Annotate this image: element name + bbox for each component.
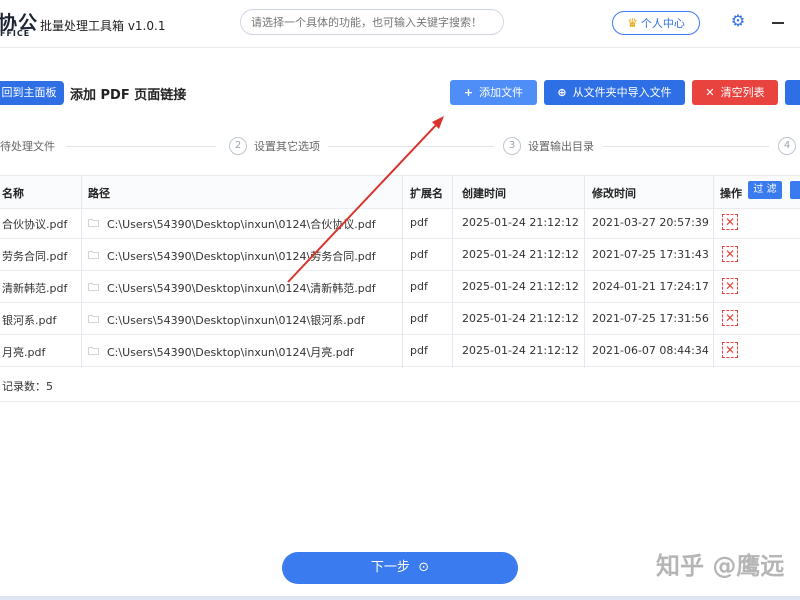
folder-icon: 🗀: [88, 281, 99, 294]
page-title: 添加 PDF 页面链接: [70, 88, 187, 103]
logo-subtitle: FFICE: [0, 29, 31, 38]
column-path[interactable]: 路径: [88, 185, 110, 201]
file-name: 银河系.pdf: [2, 314, 57, 327]
file-created: 2025-01-24 21:12:12: [462, 216, 579, 229]
user-center-button[interactable]: ♛ 个人中心: [612, 11, 700, 35]
step-divider: [603, 146, 769, 147]
step-4-number: 4: [778, 137, 796, 155]
add-file-label: 添加文件: [479, 86, 524, 99]
folder-icon: 🗀: [88, 313, 99, 326]
file-modified: 2021-06-07 08:44:34: [592, 344, 709, 357]
bottom-strip: [0, 596, 800, 600]
file-extension: pdf: [410, 248, 428, 261]
record-count: 记录数：5: [2, 380, 53, 393]
next-step-button[interactable]: 下一步 ⊙: [282, 552, 518, 584]
import-icon: ⊕: [557, 86, 567, 99]
import-folder-label: 从文件夹中导入文件: [572, 86, 672, 99]
column-created[interactable]: 创建时间: [462, 185, 506, 201]
file-modified: 2021-07-25 17:31:56: [592, 312, 709, 325]
file-extension: pdf: [410, 312, 428, 325]
file-created: 2025-01-24 21:12:12: [462, 344, 579, 357]
file-path: C:\Users\54390\Desktop\inxun\0124\月亮.pdf: [107, 346, 354, 359]
delete-row-button[interactable]: ✕: [722, 278, 738, 294]
file-extension: pdf: [410, 216, 428, 229]
table-row[interactable]: 合伙协议.pdf 🗀 C:\Users\54390\Desktop\inxun\…: [0, 207, 800, 239]
file-path: C:\Users\54390\Desktop\inxun\0124\合伙协议.p…: [107, 218, 376, 231]
step-divider: [328, 146, 494, 147]
file-path: C:\Users\54390\Desktop\inxun\0124\劳务合同.p…: [107, 250, 376, 263]
filter-button[interactable]: 过 滤: [748, 181, 782, 199]
column-action: 操作: [720, 187, 742, 200]
step-3-number: 3: [503, 137, 521, 155]
file-name: 清新韩范.pdf: [2, 282, 68, 295]
step-2-label: 设置其它选项: [254, 140, 320, 153]
crown-icon: ♛: [627, 16, 638, 30]
file-modified: 2024-01-21 17:24:17: [592, 280, 709, 293]
delete-row-button[interactable]: ✕: [722, 246, 738, 262]
filter-extra-button[interactable]: [790, 181, 800, 199]
file-path: C:\Users\54390\Desktop\inxun\0124\清新韩范.p…: [107, 282, 376, 295]
plus-icon: +: [463, 86, 474, 99]
clear-list-label: 清空列表: [720, 86, 765, 99]
file-name: 合伙协议.pdf: [2, 218, 68, 231]
gear-icon[interactable]: ⚙: [730, 13, 746, 29]
table-header: 名称 路径 扩展名 创建时间 修改时间 操作: [0, 175, 800, 209]
file-created: 2025-01-24 21:12:12: [462, 280, 579, 293]
clear-list-button[interactable]: ✕ 清空列表: [692, 80, 778, 105]
next-circle-icon: ⊙: [414, 560, 430, 575]
file-extension: pdf: [410, 344, 428, 357]
search-input[interactable]: [240, 9, 504, 35]
app-header: 协公 FFICE 批量处理工具箱 v1.0.1 ♛个人中心 ⚙: [0, 0, 800, 48]
watermark: 知乎 @鹰远: [656, 552, 785, 580]
file-modified: 2021-07-25 17:31:43: [592, 248, 709, 261]
step-3-label: 设置输出目录: [528, 140, 594, 153]
file-path: C:\Users\54390\Desktop\inxun\0124\银河系.pd…: [107, 314, 365, 327]
file-extension: pdf: [410, 280, 428, 293]
table-row[interactable]: 劳务合同.pdf 🗀 C:\Users\54390\Desktop\inxun\…: [0, 239, 800, 271]
step-divider: [66, 146, 216, 147]
import-folder-button[interactable]: ⊕ 从文件夹中导入文件: [544, 80, 685, 105]
next-step-label: 下一步: [370, 560, 410, 575]
minimize-icon[interactable]: [772, 22, 784, 24]
delete-row-button[interactable]: ✕: [722, 310, 738, 326]
delete-row-button[interactable]: ✕: [722, 342, 738, 358]
column-name[interactable]: 名称: [2, 185, 24, 201]
file-created: 2025-01-24 21:12:12: [462, 312, 579, 325]
column-extension[interactable]: 扩展名: [410, 185, 443, 201]
user-center-label: 个人中心: [640, 17, 685, 30]
close-icon: ✕: [705, 86, 715, 99]
more-button[interactable]: [785, 80, 800, 105]
table-row[interactable]: 银河系.pdf 🗀 C:\Users\54390\Desktop\inxun\0…: [0, 303, 800, 335]
file-modified: 2021-03-27 20:57:39: [592, 216, 709, 229]
step-1-label: 待处理文件: [0, 140, 55, 153]
column-modified[interactable]: 修改时间: [592, 185, 636, 201]
back-to-main-button[interactable]: 回到主面板: [0, 81, 64, 105]
add-file-button[interactable]: + 添加文件: [450, 80, 537, 105]
delete-row-button[interactable]: ✕: [722, 214, 738, 230]
folder-icon: 🗀: [88, 217, 99, 230]
file-name: 月亮.pdf: [2, 346, 46, 359]
folder-icon: 🗀: [88, 249, 99, 262]
table-row[interactable]: 清新韩范.pdf 🗀 C:\Users\54390\Desktop\inxun\…: [0, 271, 800, 303]
table-row[interactable]: 月亮.pdf 🗀 C:\Users\54390\Desktop\inxun\01…: [0, 335, 800, 367]
folder-icon: 🗀: [88, 345, 99, 358]
step-2-number: 2: [229, 137, 247, 155]
table-bottom-border: [0, 401, 800, 402]
file-created: 2025-01-24 21:12:12: [462, 248, 579, 261]
app-title: 批量处理工具箱 v1.0.1: [40, 19, 166, 33]
file-name: 劳务合同.pdf: [2, 250, 68, 263]
